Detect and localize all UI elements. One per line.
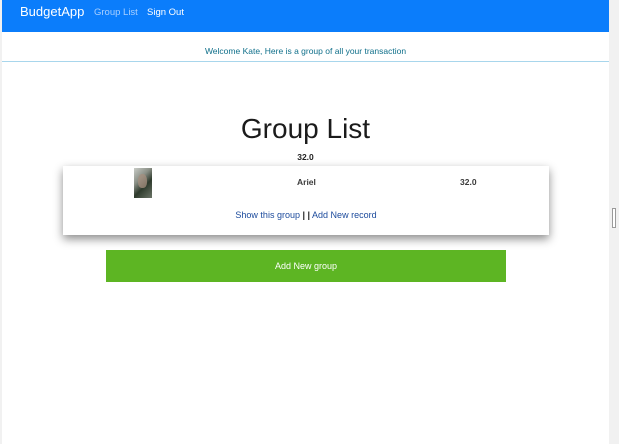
group-avatar-image: [134, 168, 152, 198]
nav-link-group-list[interactable]: Group List: [94, 7, 138, 18]
brand-logo[interactable]: BudgetApp: [20, 5, 84, 19]
nav-link-sign-out[interactable]: Sign Out: [147, 7, 184, 18]
group-amount: 32.0: [460, 177, 477, 187]
group-card: Ariel 32.0 Show this group | | Add New r…: [63, 166, 549, 235]
add-record-link[interactable]: Add New record: [312, 210, 377, 220]
total-amount: 32.0: [297, 152, 314, 162]
group-name: Ariel: [297, 177, 316, 187]
scrollbar-thumb[interactable]: [612, 208, 616, 228]
add-group-button[interactable]: Add New group: [106, 250, 506, 282]
link-separator: | |: [302, 210, 311, 220]
welcome-message: Welcome Kate, Here is a group of all you…: [204, 46, 407, 56]
welcome-divider: [2, 61, 609, 62]
navbar: BudgetApp Group List Sign Out: [2, 0, 609, 32]
page-title: Group List: [240, 113, 371, 144]
show-group-link[interactable]: Show this group: [235, 210, 300, 220]
group-actions: Show this group | | Add New record: [63, 209, 549, 221]
page: BudgetApp Group List Sign Out Welcome Ka…: [2, 0, 609, 444]
